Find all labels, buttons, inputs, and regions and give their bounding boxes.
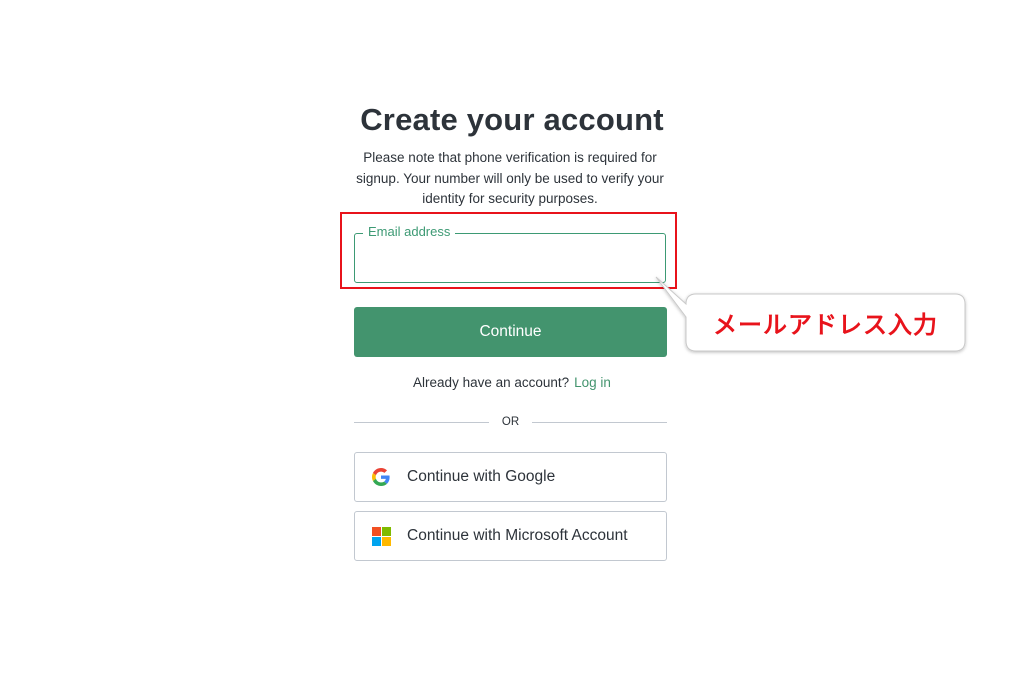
microsoft-button-label: Continue with Microsoft Account [407,527,628,544]
page-title: Create your account [360,102,664,137]
google-button-label: Continue with Google [407,468,556,485]
google-icon [371,467,391,487]
continue-button[interactable]: Continue [354,307,667,357]
email-field-label: Email address [363,224,456,240]
divider-line-right [532,422,667,423]
callout-text: メールアドレス入力 [713,311,938,339]
continue-with-google-button[interactable]: Continue with Google [354,452,667,502]
or-divider: OR [354,414,667,430]
login-prompt-text: Already have an account? [413,375,570,390]
email-input[interactable] [355,234,665,282]
continue-with-microsoft-button[interactable]: Continue with Microsoft Account [354,511,667,561]
signup-page: Create your account Please note that pho… [0,0,1024,675]
microsoft-icon [371,526,391,546]
annotation-callout: メールアドレス入力 [655,276,966,352]
page-subtitle: Please note that phone verification is r… [356,150,664,206]
login-link[interactable]: Log in [574,375,611,390]
email-field[interactable]: Email address [354,224,666,283]
